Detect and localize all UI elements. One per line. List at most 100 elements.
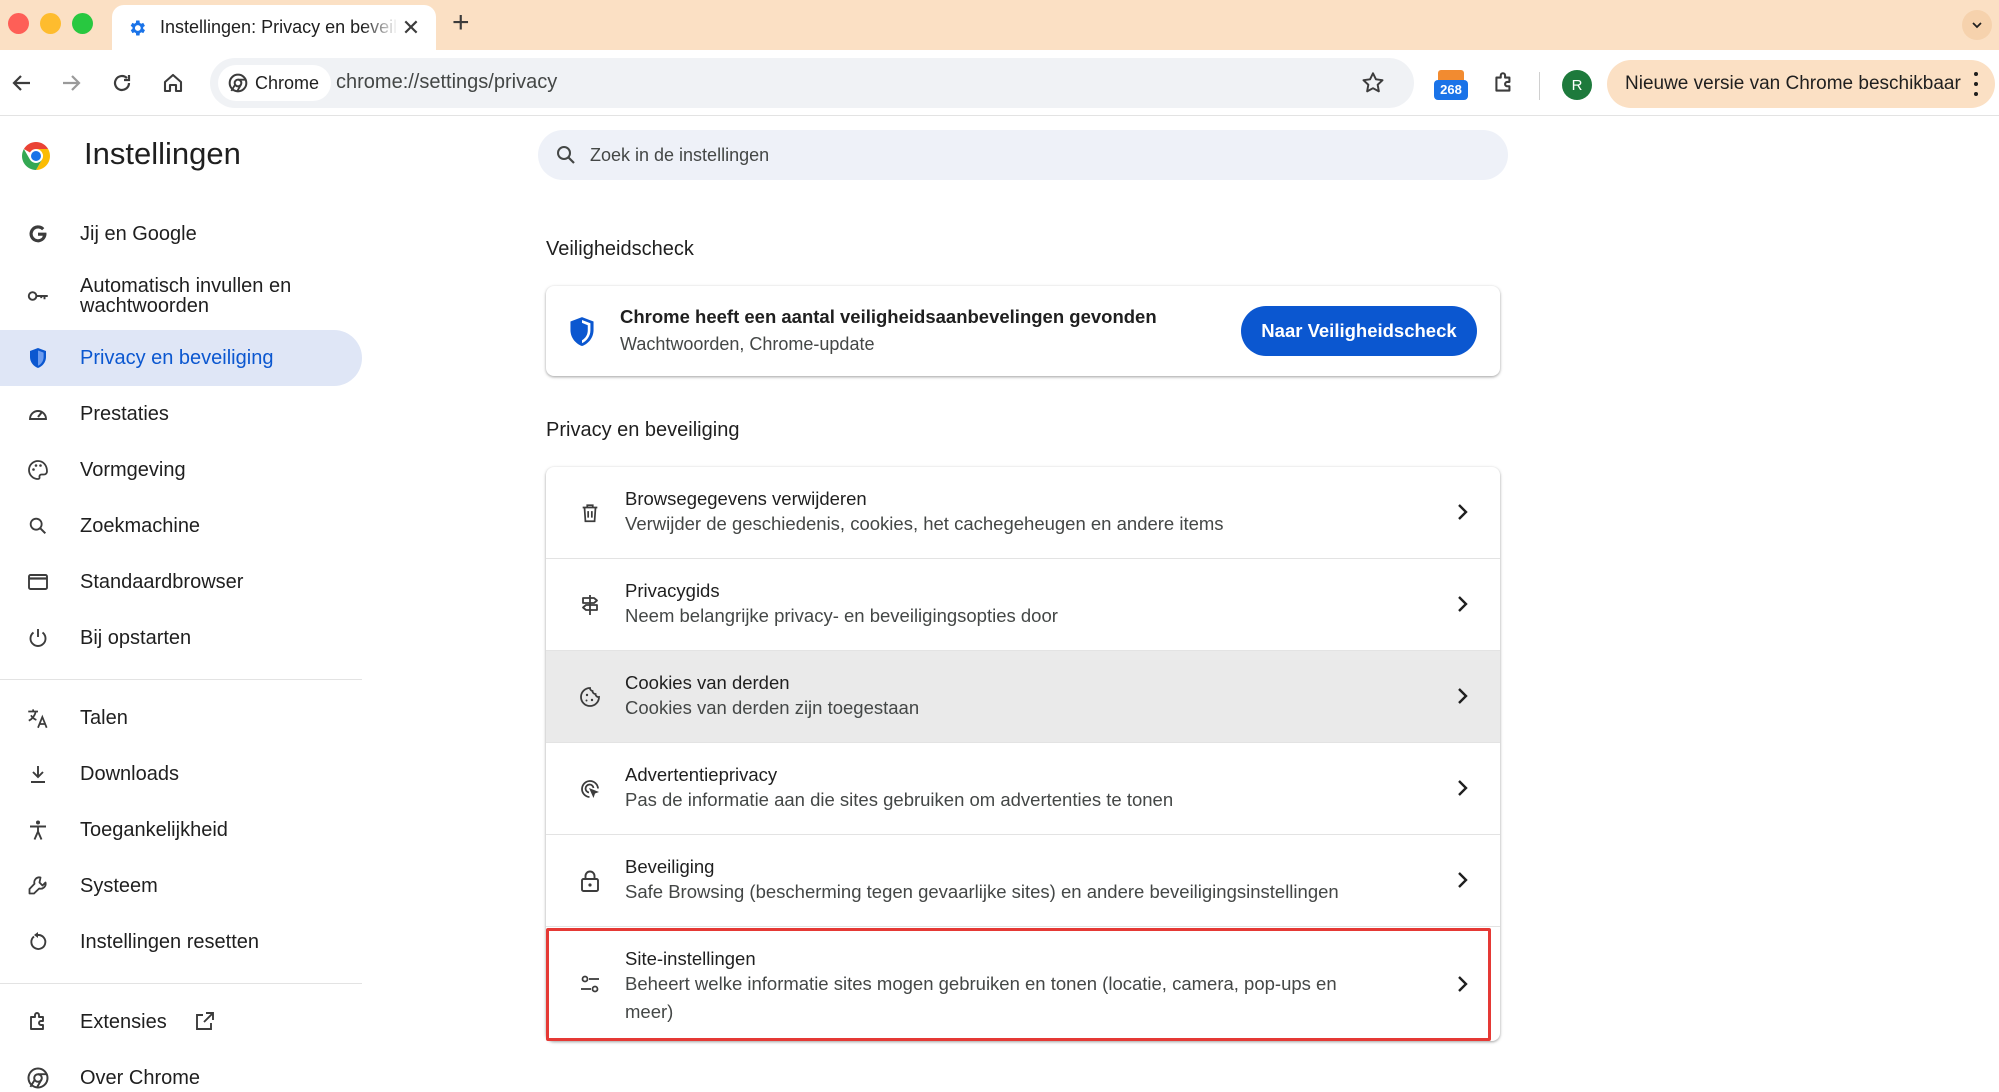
address-bar[interactable]: Chrome chrome://settings/privacy	[210, 58, 1414, 108]
row-subtitle: Safe Browsing (bescherming tegen gevaarl…	[625, 881, 1339, 902]
sidebar-divider	[0, 679, 362, 680]
safety-check-title: Chrome heeft een aantal veiligheidsaanbe…	[620, 306, 1157, 327]
profile-avatar[interactable]: R	[1562, 70, 1592, 100]
sidebar-item-extensions[interactable]: Extensies	[0, 994, 362, 1050]
wrench-icon	[24, 872, 52, 900]
trash-icon	[576, 499, 604, 527]
sidebar-item-label: Talen	[80, 707, 128, 729]
chrome-logo	[20, 140, 52, 172]
external-link-icon	[193, 1009, 217, 1038]
palette-icon	[24, 456, 52, 484]
sidebar-item-label: Vormgeving	[80, 459, 186, 481]
puzzle-icon	[1495, 72, 1511, 92]
row-clear-browsing-data[interactable]: Browsegegevens verwijderen Verwijder de …	[546, 467, 1500, 558]
search-icon	[557, 146, 575, 164]
update-label: Nieuwe versie van Chrome beschikbaar	[1625, 73, 1961, 94]
sidebar-item-accessibility[interactable]: Toegankelijkheid	[0, 802, 362, 858]
tune-icon	[576, 970, 604, 998]
sidebar-item-privacy[interactable]: Privacy en beveiliging	[0, 330, 362, 386]
shield-icon	[568, 316, 596, 346]
sidebar-item-label: Over Chrome	[80, 1067, 201, 1089]
sidebar-item-system[interactable]: Systeem	[0, 858, 362, 914]
settings-search-input[interactable]: Zoek in de instellingen	[538, 130, 1508, 180]
row-security[interactable]: Beveiliging Safe Browsing (bescherming t…	[546, 835, 1500, 926]
chevron-right-icon	[1450, 500, 1474, 524]
new-tab-button[interactable]: +	[452, 8, 470, 38]
privacy-card: Browsegegevens verwijderen Verwijder de …	[546, 467, 1500, 1041]
url-text[interactable]: chrome://settings/privacy	[336, 71, 557, 94]
home-icon	[163, 73, 183, 93]
sidebar-item-on-startup[interactable]: Bij opstarten	[0, 610, 362, 666]
chrome-icon	[24, 1064, 52, 1092]
extensions-button[interactable]	[1488, 67, 1520, 99]
reload-button[interactable]	[106, 67, 138, 99]
chevron-right-icon	[1450, 776, 1474, 800]
sidebar-item-autofill[interactable]: Automatisch invullen en wachtwoorden	[0, 268, 362, 324]
chevron-right-icon	[1450, 592, 1474, 616]
signpost-icon	[576, 591, 604, 619]
sidebar-item-search-engine[interactable]: Zoekmachine	[0, 498, 362, 554]
row-site-settings[interactable]: Site-instellingen Beheert welke informat…	[546, 927, 1500, 1041]
home-button[interactable]	[157, 67, 189, 99]
minimize-window-button[interactable]	[40, 13, 61, 34]
sidebar-item-languages[interactable]: Talen	[0, 690, 362, 746]
back-button[interactable]	[6, 67, 38, 99]
gear-icon	[126, 17, 148, 39]
title-bar: Instellingen: Privacy en beveiliging ✕ +	[0, 0, 1999, 50]
lock-icon	[576, 867, 604, 895]
safety-check-button[interactable]: Naar Veiligheidscheck	[1241, 306, 1477, 356]
sidebar-item-performance[interactable]: Prestaties	[0, 386, 362, 442]
sidebar-item-label: Toegankelijkheid	[80, 819, 228, 841]
google-g-icon	[24, 220, 52, 248]
translate-icon	[24, 704, 52, 732]
maximize-window-button[interactable]	[72, 13, 93, 34]
more-menu-icon[interactable]	[1973, 72, 1979, 96]
sidebar-item-default-browser[interactable]: Standaardbrowser	[0, 554, 362, 610]
search-placeholder: Zoek in de instellingen	[590, 144, 770, 165]
forward-button[interactable]	[55, 67, 87, 99]
sidebar-item-you-and-google[interactable]: Jij en Google	[0, 206, 362, 262]
row-subtitle: Beheert welke informatie sites mogen geb…	[625, 973, 1337, 1022]
accessibility-icon	[24, 816, 52, 844]
close-tab-icon[interactable]: ✕	[400, 16, 422, 39]
extension-badge: 268	[1434, 80, 1468, 100]
safety-check-subtitle: Wachtwoorden, Chrome-update	[620, 334, 875, 354]
sidebar-item-label: Instellingen resetten	[80, 931, 260, 953]
arrow-left-icon	[12, 75, 30, 91]
sidebar-item-downloads[interactable]: Downloads	[0, 746, 362, 802]
sidebar-item-about-chrome[interactable]: Over Chrome	[0, 1050, 362, 1092]
sidebar-item-label: Systeem	[80, 875, 158, 897]
row-third-party-cookies[interactable]: Cookies van derden Cookies van derden zi…	[546, 651, 1500, 742]
sidebar-item-label: Bij opstarten	[80, 627, 192, 649]
update-chrome-button[interactable]: Nieuwe versie van Chrome beschikbaar	[1607, 60, 1995, 108]
close-window-button[interactable]	[8, 13, 29, 34]
tab-search-button[interactable]	[1962, 10, 1992, 40]
row-title: Browsegegevens verwijderen	[625, 488, 867, 509]
sidebar-item-appearance[interactable]: Vormgeving	[0, 442, 362, 498]
reload-icon	[113, 74, 131, 92]
sidebar-item-label: Automatisch invullen en wachtwoorden	[80, 275, 292, 317]
sidebar-divider	[0, 983, 362, 984]
privacy-heading: Privacy en beveiliging	[546, 419, 740, 441]
active-tab[interactable]: Instellingen: Privacy en beveiliging ✕	[112, 5, 436, 50]
sidebar-item-reset-settings[interactable]: Instellingen resetten	[0, 914, 362, 970]
power-icon	[24, 624, 52, 652]
tab-title: Instellingen: Privacy en beveiliging	[160, 17, 398, 37]
speedometer-icon	[24, 400, 52, 428]
sidebar-item-label: Privacy en beveiliging	[80, 347, 274, 369]
extension-calendar-button[interactable]: 268	[1434, 68, 1468, 102]
row-ad-privacy[interactable]: Advertentieprivacy Pas de informatie aan…	[546, 743, 1500, 834]
sidebar-item-label: Zoekmachine	[80, 515, 201, 537]
chevron-right-icon	[1450, 868, 1474, 892]
site-info-chip[interactable]: Chrome	[218, 65, 332, 101]
bookmark-star-icon[interactable]	[1360, 70, 1386, 96]
shield-icon	[24, 344, 52, 372]
row-subtitle: Neem belangrijke privacy- en beveiliging…	[625, 605, 1058, 626]
row-subtitle: Verwijder de geschiedenis, cookies, het …	[625, 513, 1224, 534]
cookie-icon	[576, 683, 604, 711]
chevron-right-icon	[1450, 684, 1474, 708]
chevron-down-icon	[1972, 22, 1982, 29]
sidebar-item-label: Prestaties	[80, 403, 169, 425]
toolbar-divider	[1539, 72, 1540, 100]
row-privacy-guide[interactable]: Privacygids Neem belangrijke privacy- en…	[546, 559, 1500, 650]
